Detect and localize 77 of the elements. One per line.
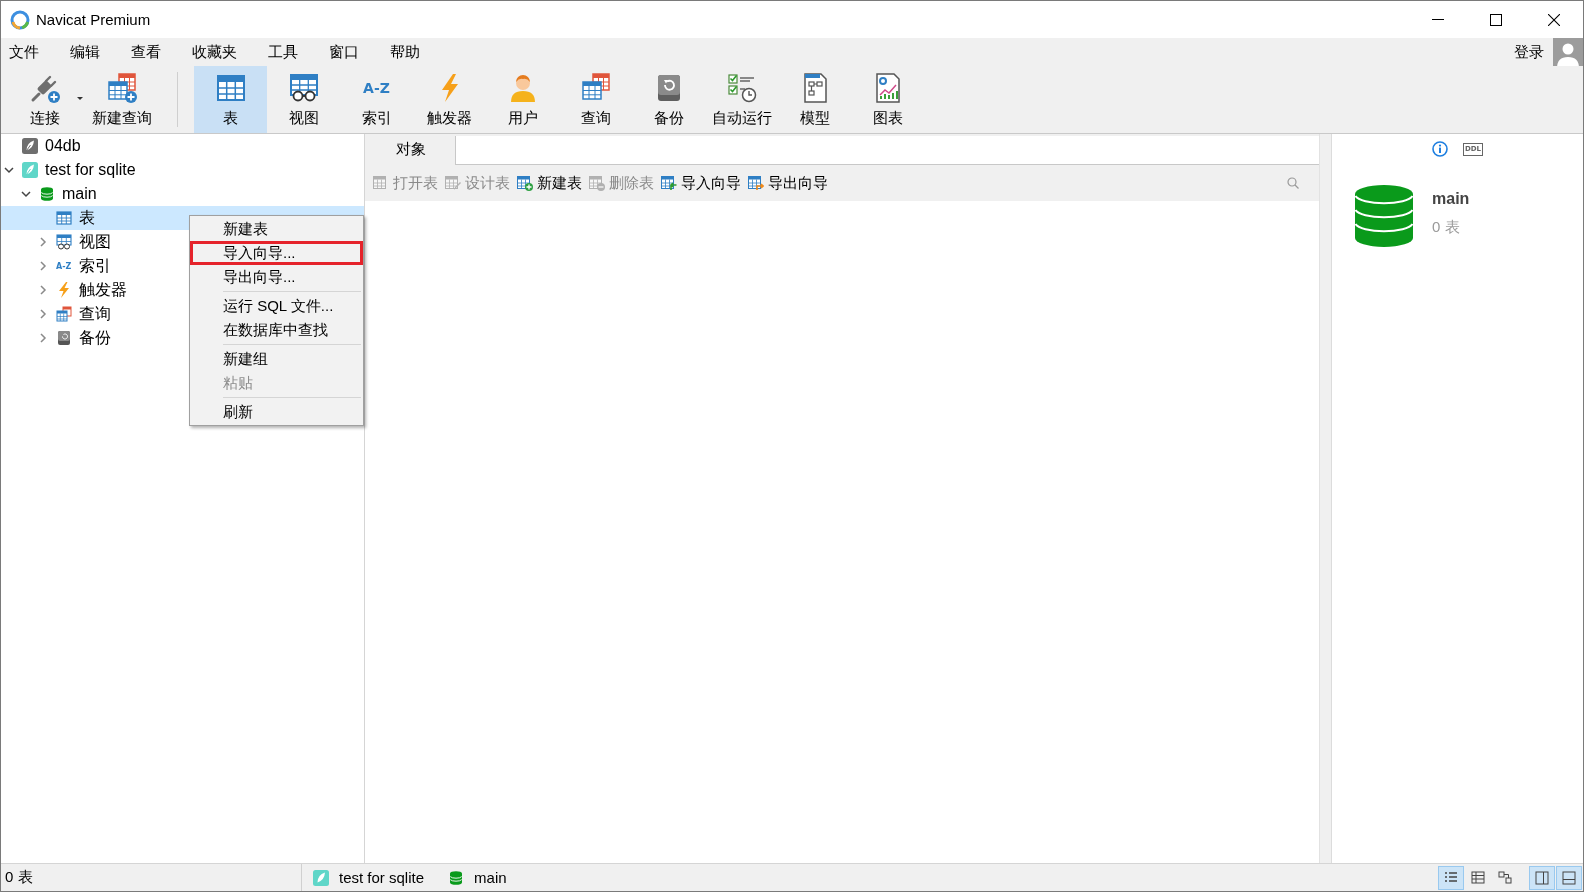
database-icon — [39, 186, 55, 202]
table-icon — [56, 210, 72, 226]
bottom-panel-icon — [1562, 870, 1576, 885]
view-icon — [56, 234, 72, 250]
backup-icon — [56, 330, 72, 346]
menu-item[interactable]: 编辑 — [70, 42, 100, 62]
query-button[interactable]: 查询 — [559, 66, 632, 133]
search-icon[interactable] — [1287, 177, 1299, 189]
bottom-panel-button[interactable] — [1556, 865, 1582, 890]
list-view-button[interactable] — [1438, 865, 1464, 890]
table-plus-icon — [517, 175, 533, 191]
info-icon[interactable] — [1432, 141, 1448, 157]
tree-item[interactable]: 04db — [1, 134, 364, 158]
menu-item[interactable]: 在数据库中查找 — [190, 318, 363, 342]
caret-icon — [77, 97, 83, 100]
menu-item[interactable]: 导入向导... — [190, 241, 363, 265]
window-title: Navicat Premium — [36, 11, 151, 28]
table-import-icon — [661, 175, 677, 191]
app-logo-icon — [10, 9, 30, 30]
menu-item[interactable]: 导出向导... — [190, 265, 363, 289]
menu-item[interactable]: 窗口 — [329, 42, 359, 62]
table-minus-icon — [589, 175, 605, 191]
database-icon — [1354, 184, 1414, 248]
connection-name: test for sqlite — [339, 869, 425, 886]
chart-button[interactable]: 图表 — [851, 66, 924, 133]
table-icon — [373, 175, 389, 191]
menu-item[interactable]: 刷新 — [190, 400, 363, 424]
chevron-icon[interactable] — [21, 189, 31, 199]
table-pencil-icon — [445, 175, 461, 191]
database-name: main — [1432, 190, 1470, 208]
database-name: main — [474, 869, 507, 886]
connect-button[interactable]: 连接 — [8, 66, 81, 133]
index-icon: A-Z — [56, 261, 72, 271]
close-icon — [1548, 13, 1560, 26]
feather-icon — [313, 869, 329, 886]
diagram-icon — [1498, 870, 1512, 885]
auto-run-button[interactable]: 自动运行 — [705, 66, 778, 133]
model-button[interactable]: 模型 — [778, 66, 851, 133]
table-count: 0 表 — [1432, 218, 1461, 237]
trigger-button[interactable]: 触发器 — [413, 66, 486, 133]
grid-icon — [1471, 870, 1485, 885]
chevron-icon[interactable] — [4, 165, 14, 175]
database-icon — [448, 869, 465, 886]
backup-button[interactable]: 备份 — [632, 66, 705, 133]
menu-item[interactable]: 文件 — [9, 42, 39, 62]
tree-item[interactable]: main — [1, 182, 364, 206]
minimize-icon — [1432, 19, 1444, 20]
new-table-button[interactable]: 新建表 — [514, 170, 586, 196]
lightning-icon — [56, 282, 72, 298]
side-panel-button[interactable] — [1529, 865, 1555, 890]
index-button[interactable]: A-Z 索引 — [340, 66, 413, 133]
view-button[interactable]: 视图 — [267, 66, 340, 133]
import-wizard-button[interactable]: 导入向导 — [658, 170, 745, 196]
menu-item[interactable]: 收藏夹 — [192, 42, 237, 62]
query-icon — [56, 306, 72, 322]
index-icon: A-Z — [363, 72, 390, 104]
checklist-clock-icon — [725, 72, 758, 104]
menu-item[interactable]: 帮助 — [390, 42, 420, 62]
menu-item[interactable]: 运行 SQL 文件... — [190, 294, 363, 318]
table-button[interactable]: 表 — [194, 66, 267, 133]
login-link[interactable]: 登录 — [1514, 42, 1544, 62]
view-icon — [287, 72, 320, 104]
avatar-icon[interactable] — [1553, 38, 1583, 68]
table-export-icon — [748, 175, 764, 191]
export-wizard-button[interactable]: 导出向导 — [745, 170, 832, 196]
table-icon — [214, 72, 247, 104]
user-button[interactable]: 用户 — [486, 66, 559, 133]
new-query-icon — [106, 72, 138, 104]
side-panel-icon — [1535, 870, 1549, 885]
tree-item[interactable]: test for sqlite — [1, 158, 364, 182]
menu-item[interactable]: 新建组 — [190, 347, 363, 371]
menu-item[interactable]: 查看 — [131, 42, 161, 62]
status-text: 0 表 — [5, 868, 34, 887]
new-query-button[interactable]: 新建查询 — [81, 66, 163, 133]
list-icon — [1444, 870, 1458, 885]
maximize-icon — [1490, 13, 1502, 26]
menu-item[interactable]: 工具 — [268, 42, 298, 62]
